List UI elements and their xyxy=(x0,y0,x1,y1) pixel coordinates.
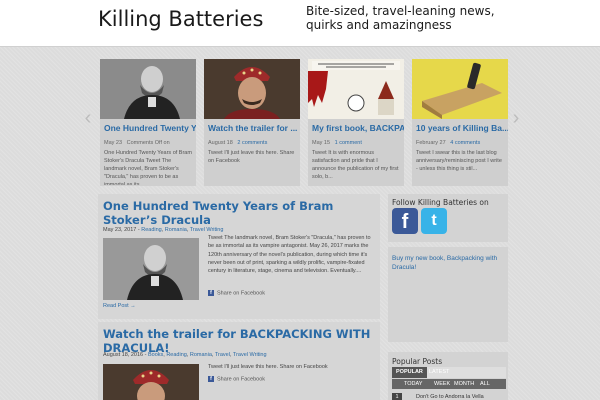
slide-title[interactable]: One Hundred Twenty Yea... xyxy=(104,123,196,133)
site-title[interactable]: Killing Batteries xyxy=(98,7,263,31)
slide-meta: February 27 4 comments xyxy=(416,140,481,146)
site-description: Bite-sized, travel-leaning news, quirks … xyxy=(306,4,495,32)
category-link[interactable]: Romania xyxy=(190,352,212,358)
slide-excerpt: Tweet I'll just leave this here. Share o… xyxy=(208,150,295,164)
popular-post-title[interactable]: Don't Go to Andorra la Vella xyxy=(416,394,484,400)
share-facebook-link[interactable]: f Share on Facebook xyxy=(208,290,265,296)
category-link[interactable]: Books xyxy=(148,352,163,358)
share-facebook-link[interactable]: f Share on Facebook xyxy=(208,376,265,382)
post-excerpt: Tweet The landmark novel, Bram Stoker's … xyxy=(208,235,371,275)
slider-prev-icon[interactable]: ‹ xyxy=(82,108,94,128)
slide-excerpt: One Hundred Twenty Years of Bram Stoker'… xyxy=(104,150,192,185)
slide-item[interactable]: One Hundred Twenty Yea... May 23 Comment… xyxy=(100,59,196,186)
slide-title[interactable]: Watch the trailer for ... xyxy=(208,123,300,133)
subtab-week[interactable]: WEEK xyxy=(434,379,450,389)
category-link[interactable]: Romania xyxy=(165,227,187,233)
slide-excerpt: Tweet It is with enormous satisfaction a… xyxy=(312,150,399,180)
slide-item[interactable]: 10 years of Killing Ba... February 27 4 … xyxy=(412,59,508,186)
popular-posts-title: Popular Posts xyxy=(392,357,443,366)
popular-rank: 1 xyxy=(392,392,402,400)
slide-item[interactable]: Watch the trailer for ... August 18 2 co… xyxy=(204,59,300,186)
slide-item[interactable]: My first book, BACKPAC... May 15 1 comme… xyxy=(308,59,404,186)
category-link[interactable]: Reading xyxy=(166,352,187,358)
post-title[interactable]: One Hundred Twenty Years of Bram Stoker’… xyxy=(103,199,375,227)
slide-title[interactable]: 10 years of Killing Ba... xyxy=(416,123,508,133)
site-header: Killing Batteries Bite-sized, travel-lea… xyxy=(0,0,600,47)
post-meta: May 23, 2017 - Reading, Romania, Travel … xyxy=(103,227,224,233)
post-thumbnail[interactable] xyxy=(103,364,199,400)
book-link[interactable]: Buy my new book, Backpacking with Dracul… xyxy=(392,254,504,272)
popular-posts-widget: Popular Posts POPULAR LATEST TODAY WEEK … xyxy=(388,352,508,400)
post-article: Watch the trailer for BACKPACKING WITH D… xyxy=(98,322,380,400)
slide-thumbnail[interactable] xyxy=(100,59,196,119)
slide-meta: May 23 Comments Off on xyxy=(104,140,170,146)
facebook-icon: f xyxy=(208,290,214,296)
follow-title: Follow Killing Batteries on xyxy=(392,198,489,207)
slide-thumbnail[interactable] xyxy=(308,59,404,119)
post-title[interactable]: Watch the trailer for BACKPACKING WITH D… xyxy=(103,327,375,355)
slide-meta: August 18 2 comments xyxy=(208,140,268,146)
post-article: One Hundred Twenty Years of Bram Stoker’… xyxy=(98,194,380,319)
facebook-icon: f xyxy=(208,376,214,382)
post-thumbnail[interactable] xyxy=(103,238,199,300)
slide-excerpt: Tweet I swear this is the last blog anni… xyxy=(416,150,502,172)
category-link[interactable]: Reading xyxy=(141,227,162,233)
featured-slider: One Hundred Twenty Yea... May 23 Comment… xyxy=(100,59,508,186)
tab-latest[interactable]: LATEST xyxy=(425,367,453,378)
subtab-month[interactable]: MONTH xyxy=(454,379,474,389)
category-link[interactable]: Travel xyxy=(215,352,230,358)
post-meta: August 18, 2016 - Books, Reading, Romani… xyxy=(103,352,267,358)
book-widget: Buy my new book, Backpacking with Dracul… xyxy=(388,247,508,342)
post-excerpt: Tweet I'll just leave this here. Share o… xyxy=(208,364,328,370)
popular-period-tabs: TODAY WEEK MONTH ALL xyxy=(392,379,506,389)
facebook-follow-icon[interactable]: f xyxy=(392,208,418,234)
slide-meta: May 15 1 comment xyxy=(312,140,362,146)
tab-popular[interactable]: POPULAR xyxy=(392,367,427,378)
category-link[interactable]: Travel Writing xyxy=(190,227,224,233)
slider-next-icon[interactable]: › xyxy=(510,108,522,128)
twitter-follow-icon[interactable]: t xyxy=(421,208,447,234)
popular-tabs: POPULAR LATEST xyxy=(392,367,506,378)
slide-thumbnail[interactable] xyxy=(412,59,508,119)
popular-post-item[interactable]: 1 Don't Go to Andorra la Vella xyxy=(392,392,506,400)
follow-widget: Follow Killing Batteries on f t xyxy=(388,194,508,242)
slide-title[interactable]: My first book, BACKPAC... xyxy=(312,123,404,133)
read-more-link[interactable]: Read Post → xyxy=(103,303,136,309)
subtab-all[interactable]: ALL xyxy=(480,379,490,389)
subtab-today[interactable]: TODAY xyxy=(404,379,422,389)
slide-thumbnail[interactable] xyxy=(204,59,300,119)
category-link[interactable]: Travel Writing xyxy=(233,352,267,358)
